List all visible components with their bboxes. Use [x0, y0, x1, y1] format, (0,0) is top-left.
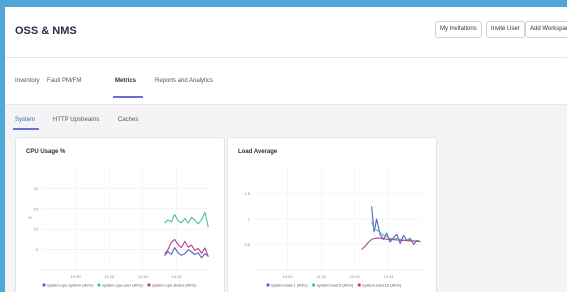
- cpu-usage-chart: 5 10 15 20 10:00 11:20 12:40 14:13% system.cpu.s…: [28, 168, 210, 288]
- active-tab-indicator: [113, 96, 143, 98]
- subtab-http-upstreams[interactable]: HTTP Upstreams: [53, 117, 99, 123]
- main-nav: Inventory Fault PM/FM Metrics Reports an…: [5, 58, 567, 105]
- my-invitations-button[interactable]: My Invitations: [435, 21, 482, 38]
- sub-nav: System HTTP Upstreams Caches: [5, 105, 567, 133]
- add-workspace-button[interactable]: Add Workspace: [525, 21, 567, 38]
- y-axis-label: %: [28, 215, 32, 220]
- cpu-usage-card: CPU Usage % 5 10 15 20 10:00 11:20 12:40 14:13%…: [15, 137, 225, 292]
- active-subtab-indicator: [13, 128, 39, 130]
- invite-user-button[interactable]: Invite User: [486, 21, 525, 38]
- x-tick-label: 12:40: [350, 274, 361, 279]
- y-tick-label: 20: [34, 186, 39, 191]
- tab-reports-and-analytics[interactable]: Reports and Analytics: [155, 78, 213, 84]
- x-tick-label: 14:13: [171, 274, 182, 279]
- load-average-card: Load Average 0.5 1 1.5 10:00 11:20 12:40 14:13…: [227, 137, 437, 292]
- y-tick-label: 1.5: [244, 191, 250, 196]
- tab-inventory[interactable]: Inventory: [15, 78, 40, 84]
- top-bar: OSS & NMS My Invitations Invite User Add…: [5, 7, 567, 58]
- y-tick-label: 10: [34, 227, 39, 232]
- subtab-caches[interactable]: Caches: [118, 117, 138, 123]
- legend-entry: system.cpu.system (AVG): [47, 283, 94, 288]
- x-tick-label: 10:00: [71, 274, 82, 279]
- tab-fault-pm-fm[interactable]: Fault PM/FM: [47, 78, 81, 84]
- app-window: OSS & NMS My Invitations Invite User Add…: [5, 7, 567, 292]
- x-tick-label: 10:00: [283, 274, 294, 279]
- legend-entry: system.load.5 (AVG): [317, 283, 354, 288]
- y-tick-label: 1: [248, 217, 251, 222]
- legend-entry: system.load.15 (AVG): [362, 283, 401, 288]
- y-tick-label: 5: [36, 247, 39, 252]
- subtab-system[interactable]: System: [15, 117, 35, 123]
- load-average-chart: 0.5 1 1.5 10:00 11:20 12:40 14:13 system.load.1…: [244, 168, 422, 288]
- x-tick-label: 12:40: [138, 274, 149, 279]
- app-title: OSS & NMS: [15, 25, 77, 37]
- x-tick-label: 11:20: [104, 274, 114, 279]
- series-line-2: [164, 211, 209, 228]
- x-tick-label: 14:13: [383, 274, 394, 279]
- tab-metrics[interactable]: Metrics: [115, 78, 136, 84]
- legend-entry: system.load.1 (AVG): [271, 283, 308, 288]
- legend-entry: system.cpu.stolen (AVG): [152, 283, 197, 288]
- y-tick-label: 0.5: [244, 242, 250, 247]
- x-tick-label: 11:20: [316, 274, 326, 279]
- y-tick-label: 15: [34, 206, 39, 211]
- legend-entry: system.cpu.user (AVG): [102, 283, 144, 288]
